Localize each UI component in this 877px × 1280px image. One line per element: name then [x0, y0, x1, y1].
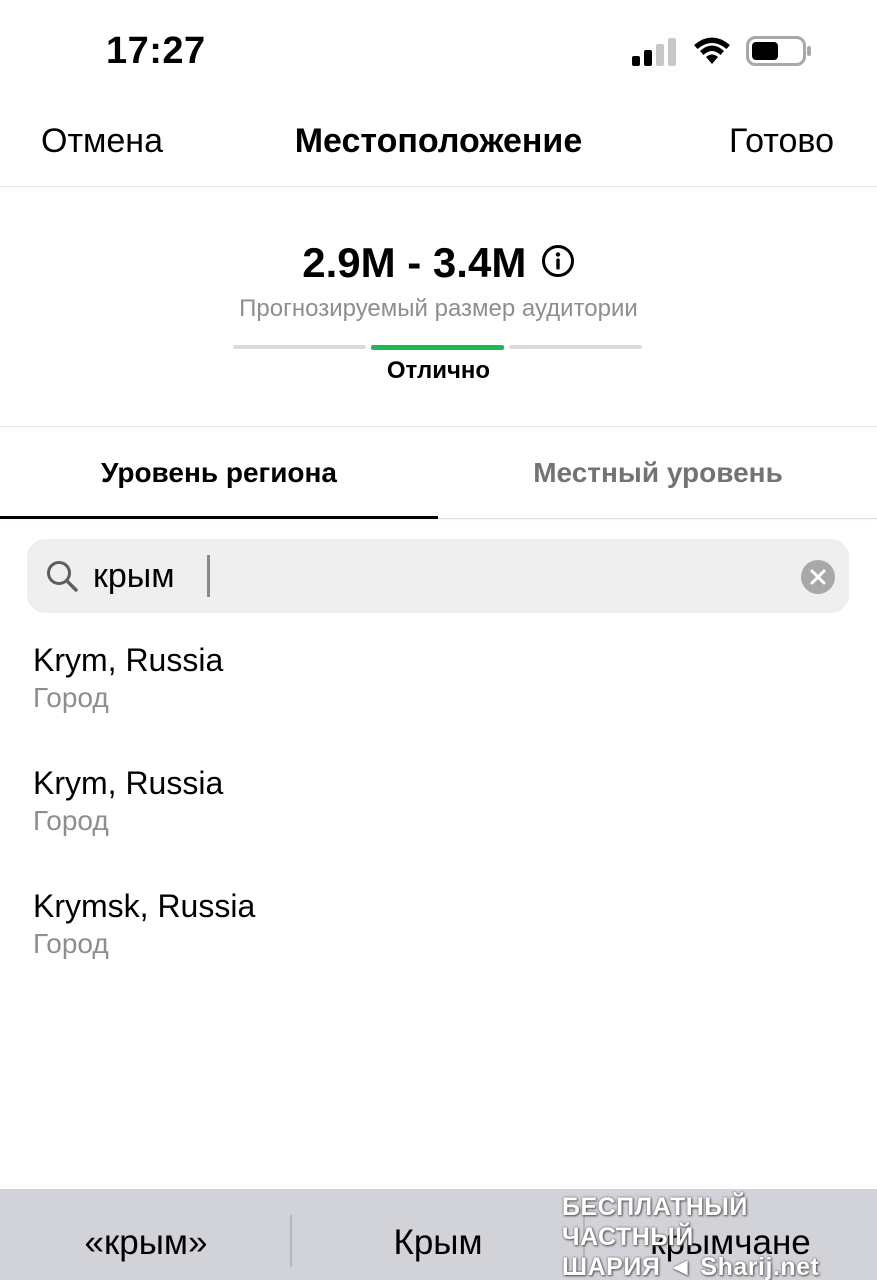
result-type: Город: [33, 682, 109, 713]
wifi-icon: [694, 37, 730, 64]
audience-meter: [233, 345, 643, 350]
result-type: Город: [33, 805, 109, 836]
tab-region-level[interactable]: Уровень региона: [0, 427, 438, 519]
clear-icon[interactable]: [800, 559, 836, 595]
done-button[interactable]: Готово: [729, 122, 834, 161]
audience-range: 2.9M - 3.4M: [302, 239, 527, 286]
watermark-line-1: БЕСПЛАТНЫЙ ЧАСТНЫЙ: [562, 1193, 748, 1251]
meter-segment-2: [371, 345, 504, 350]
audience-rating: Отлично: [386, 357, 491, 384]
result-type: Город: [33, 928, 109, 959]
audience-caption: Прогнозируемый размер аудитории: [239, 295, 638, 322]
result-name: Krym, Russia: [33, 765, 224, 801]
level-tabs: Уровень региона Местный уровень: [0, 427, 877, 519]
search-results: Krym, Russia Город Krym, Russia Город Kr…: [0, 620, 877, 989]
audience-estimate: 2.9M - 3.4M Прогнозируемый размер аудито…: [0, 187, 877, 427]
keyboard-suggestion-2[interactable]: Крым: [292, 1189, 584, 1280]
search-box: [27, 539, 849, 613]
status-bar: 17:27: [0, 0, 877, 100]
status-time: 17:27: [106, 30, 206, 72]
list-item[interactable]: Krym, Russia Город: [0, 620, 877, 743]
list-item[interactable]: Krym, Russia Город: [0, 743, 877, 866]
watermark: БЕСПЛАТНЫЙ ЧАСТНЫЙ ШАРИЯ ◄ Sharij.net: [562, 1192, 862, 1280]
result-name: Krymsk, Russia: [33, 888, 256, 924]
watermark-line-2: ШАРИЯ ◄ Sharij.net: [562, 1253, 820, 1280]
tab-local-level[interactable]: Местный уровень: [439, 427, 877, 519]
cellular-signal-icon: [632, 38, 676, 66]
keyboard-suggestion-1[interactable]: «крым»: [0, 1189, 292, 1280]
nav-bar: Местоположение Отмена Готово: [0, 100, 877, 187]
meter-segment-3: [509, 345, 642, 349]
text-caret: [207, 555, 210, 597]
list-item[interactable]: Krymsk, Russia Город: [0, 866, 877, 989]
battery-icon: [746, 36, 811, 66]
cancel-button[interactable]: Отмена: [41, 122, 163, 161]
search-input[interactable]: [93, 539, 783, 613]
meter-segment-1: [233, 345, 366, 349]
audience-range-row: 2.9M - 3.4M: [0, 239, 877, 287]
result-name: Krym, Russia: [33, 642, 224, 678]
search-icon: [47, 561, 78, 592]
info-icon[interactable]: [541, 244, 575, 278]
